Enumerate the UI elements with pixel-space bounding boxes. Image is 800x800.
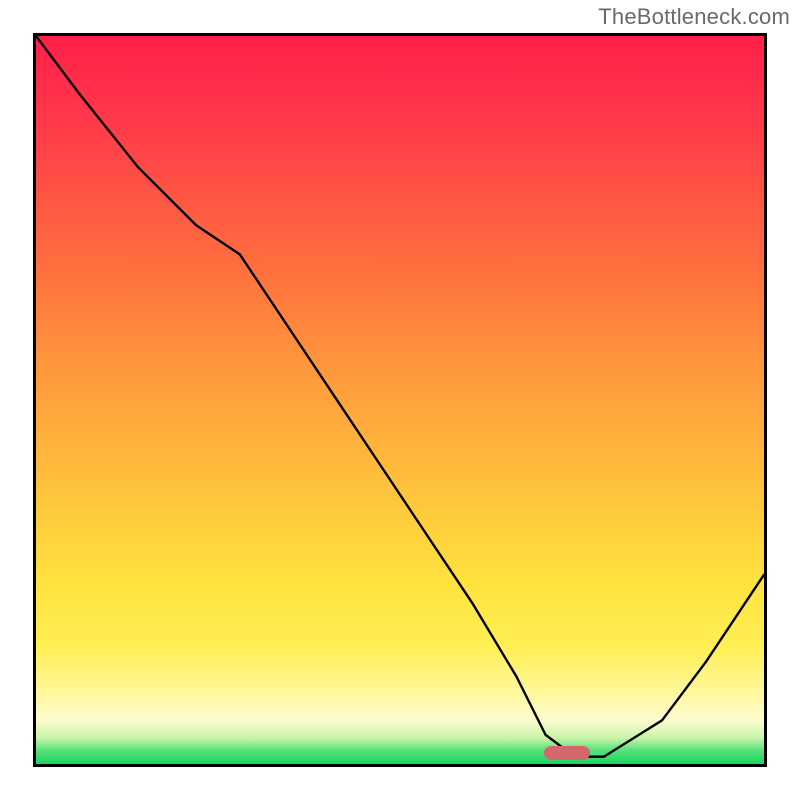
optimal-marker (544, 746, 590, 760)
chart-curve-svg (36, 36, 764, 764)
watermark-text: TheBottleneck.com (598, 4, 790, 30)
chart-plot-area (33, 33, 767, 767)
chart-stage: TheBottleneck.com (0, 0, 800, 800)
bottleneck-curve-path (36, 36, 764, 757)
